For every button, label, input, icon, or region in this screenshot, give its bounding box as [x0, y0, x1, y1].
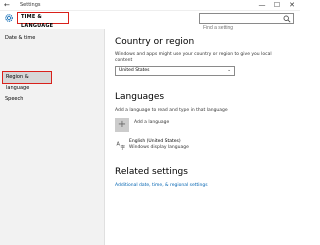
country-description: Windows and apps might use your country …: [115, 52, 272, 63]
sidebar: Date & time Region & language Speech: [0, 29, 105, 245]
svg-text:字: 字: [121, 144, 126, 150]
back-arrow-icon[interactable]: ←: [4, 1, 10, 10]
search-input[interactable]: [200, 23, 282, 33]
sidebar-item-speech[interactable]: Speech: [0, 93, 104, 105]
chevron-down-icon: ⌄: [227, 68, 231, 73]
country-select[interactable]: United States ⌄: [115, 66, 235, 76]
sidebar-item-region-language[interactable]: Region & language: [2, 71, 52, 91]
plus-icon: +: [115, 118, 129, 132]
page-title: TIME & LANGUAGE: [17, 12, 69, 29]
svg-text:A: A: [117, 142, 121, 148]
language-list-item[interactable]: A 字 English (United States) Windows disp…: [115, 139, 235, 153]
window-controls: — ☐ ✕: [258, 1, 296, 10]
search-box[interactable]: [199, 13, 294, 33]
country-select-value: United States: [119, 68, 150, 73]
sidebar-item-date-time[interactable]: Date & time: [0, 32, 104, 44]
additional-settings-link[interactable]: Additional date, time, & regional settin…: [115, 183, 208, 189]
title-bar: ← Settings — ☐ ✕: [0, 0, 300, 11]
languages-description: Add a language to read and type in that …: [115, 108, 228, 113]
language-icon: A 字: [117, 142, 126, 151]
close-button[interactable]: ✕: [288, 1, 296, 10]
related-settings-heading: Related settings: [115, 167, 188, 177]
add-language-label: Add a language: [134, 120, 170, 125]
maximize-button[interactable]: ☐: [273, 1, 281, 10]
search-icon: [283, 15, 291, 23]
languages-heading: Languages: [115, 92, 165, 102]
window-title: Settings: [20, 2, 41, 8]
country-heading: Country or region: [115, 37, 195, 47]
gear-icon: [5, 14, 13, 22]
add-language-button[interactable]: + Add a language: [115, 118, 205, 132]
language-subtitle: Windows display language: [129, 145, 189, 150]
minimize-button[interactable]: —: [258, 1, 266, 10]
